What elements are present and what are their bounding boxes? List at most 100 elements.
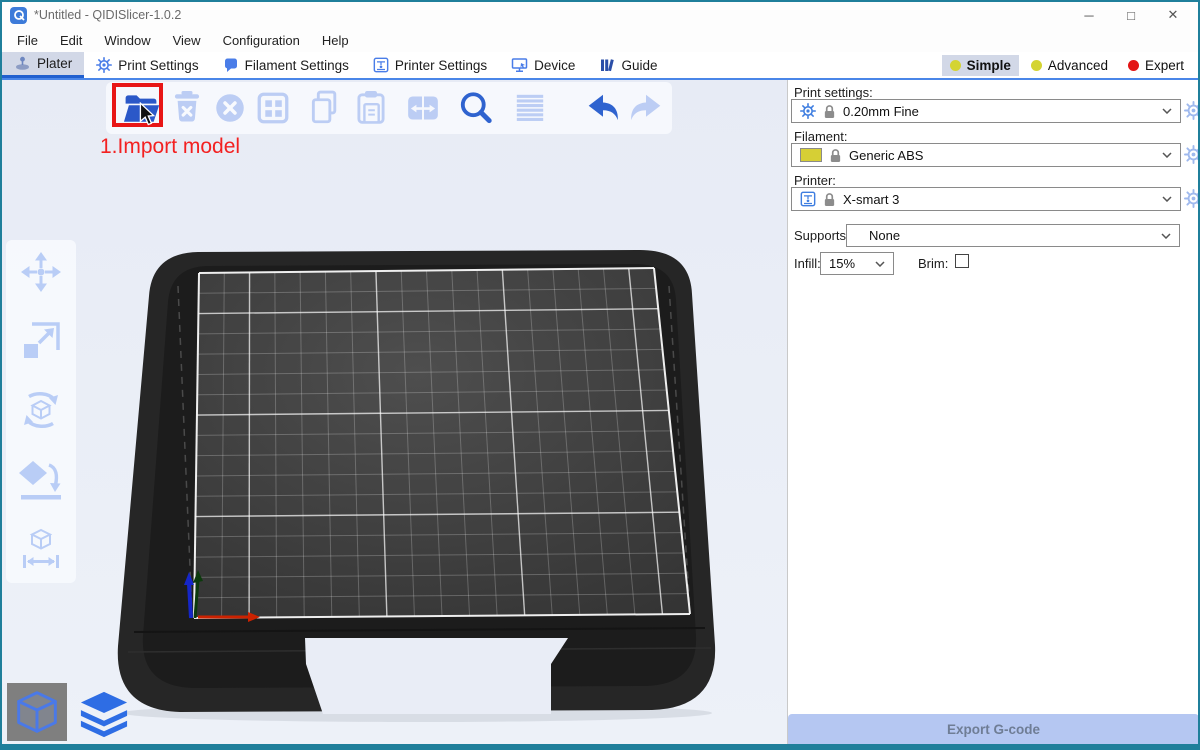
- printer-dropdown[interactable]: X-smart 3: [791, 187, 1181, 211]
- search-icon: [454, 86, 498, 130]
- menu-window[interactable]: Window: [93, 33, 161, 48]
- viewport-3d[interactable]: 1.Import model: [2, 80, 787, 744]
- tab-bar: Plater Print Settings Filament Settings …: [2, 52, 1198, 80]
- gear-icon: [1184, 145, 1200, 164]
- menu-help[interactable]: Help: [311, 33, 360, 48]
- settings-panel: Print settings: 0.20mm Fine Filament: Ge…: [787, 80, 1198, 744]
- edit-print-settings-button[interactable]: [1184, 101, 1200, 120]
- plater-icon: [14, 55, 31, 72]
- tab-guide[interactable]: Guide: [587, 52, 669, 78]
- layer-lines-icon: [508, 86, 552, 130]
- infill-label: Infill:: [794, 256, 821, 271]
- paste-button[interactable]: [349, 86, 393, 130]
- print-settings-dropdown[interactable]: 0.20mm Fine: [791, 99, 1181, 123]
- tab-label: Printer Settings: [395, 58, 487, 73]
- circle-x-icon: [208, 86, 252, 130]
- brim-label: Brim:: [918, 256, 948, 271]
- printer-icon: [800, 191, 816, 207]
- tab-label: Device: [534, 58, 575, 73]
- measure-button[interactable]: [18, 525, 64, 571]
- top-toolbar: [106, 82, 672, 134]
- supports-dropdown[interactable]: None: [846, 224, 1180, 247]
- redo-button[interactable]: [624, 86, 668, 130]
- scale-button[interactable]: [18, 318, 64, 364]
- tab-label: Plater: [37, 56, 72, 71]
- object-manipulation-toolbar: [6, 240, 76, 583]
- mode-label: Advanced: [1048, 58, 1108, 73]
- arrange-grid-icon: [251, 86, 295, 130]
- mode-label: Expert: [1145, 58, 1184, 73]
- mode-expert[interactable]: Expert: [1120, 55, 1192, 76]
- maximize-button[interactable]: □: [1110, 2, 1152, 28]
- window-title: *Untitled - QIDISlicer-1.0.2: [34, 8, 181, 22]
- variable-layer-height-button[interactable]: [508, 86, 552, 130]
- edit-printer-button[interactable]: [1184, 189, 1200, 208]
- place-on-face-button[interactable]: [18, 456, 64, 502]
- tab-printer-settings[interactable]: Printer Settings: [361, 52, 499, 78]
- move-button[interactable]: [18, 249, 64, 295]
- edit-filament-button[interactable]: [1184, 145, 1200, 164]
- undo-arrow-icon: [581, 86, 625, 130]
- infill-value: 15%: [829, 256, 855, 271]
- tab-label: Guide: [621, 58, 657, 73]
- export-gcode-button[interactable]: Export G-code: [788, 714, 1199, 744]
- move-arrows-icon: [18, 249, 64, 295]
- menu-configuration[interactable]: Configuration: [212, 33, 311, 48]
- gear-icon: [1184, 101, 1200, 120]
- print-settings-label: Print settings:: [794, 85, 873, 100]
- tab-device[interactable]: Device: [499, 52, 587, 78]
- minimize-button[interactable]: ─: [1068, 2, 1110, 28]
- infill-dropdown[interactable]: 15%: [820, 252, 894, 275]
- mode-advanced[interactable]: Advanced: [1023, 55, 1116, 76]
- build-plate: [2, 80, 787, 744]
- search-button[interactable]: [454, 86, 498, 130]
- mouse-cursor-icon: [136, 102, 158, 126]
- expert-mode-dot-icon: [1128, 60, 1139, 71]
- chevron-down-icon: [875, 261, 885, 267]
- device-icon: [511, 57, 528, 73]
- app-logo-icon: [10, 7, 27, 24]
- measure-icon: [18, 525, 64, 571]
- lock-icon: [823, 192, 836, 207]
- tab-plater[interactable]: Plater: [2, 52, 84, 78]
- filament-icon: [223, 57, 239, 73]
- import-annotation: 1.Import model: [100, 135, 240, 159]
- mode-label: Simple: [967, 58, 1011, 73]
- copy-button[interactable]: [304, 86, 348, 130]
- place-on-face-icon: [18, 456, 64, 502]
- tab-filament-settings[interactable]: Filament Settings: [211, 52, 361, 78]
- chevron-down-icon: [1162, 152, 1172, 158]
- title-bar: *Untitled - QIDISlicer-1.0.2 ─ □ ✕: [2, 2, 1198, 28]
- delete-button[interactable]: [165, 86, 209, 130]
- tab-label: Print Settings: [118, 58, 198, 73]
- 3d-view-button[interactable]: [7, 683, 67, 741]
- 3d-cube-icon: [10, 686, 64, 738]
- print-settings-value: 0.20mm Fine: [843, 104, 919, 119]
- split-objects-button[interactable]: [401, 86, 445, 130]
- rotate-icon: [18, 387, 64, 433]
- gear-icon: [800, 103, 816, 119]
- layers-view-button[interactable]: [75, 687, 133, 741]
- tab-print-settings[interactable]: Print Settings: [84, 52, 210, 78]
- trash-x-icon: [165, 86, 209, 130]
- menu-edit[interactable]: Edit: [49, 33, 93, 48]
- delete-all-button[interactable]: [208, 86, 252, 130]
- chevron-down-icon: [1162, 108, 1172, 114]
- mode-simple[interactable]: Simple: [942, 55, 1019, 76]
- qidislicer-window: *Untitled - QIDISlicer-1.0.2 ─ □ ✕ File …: [0, 0, 1200, 750]
- view-switcher: [7, 683, 133, 741]
- split-window-icon: [401, 86, 445, 130]
- printer-label: Printer:: [794, 173, 836, 188]
- supports-value: None: [869, 228, 900, 243]
- rotate-button[interactable]: [18, 387, 64, 433]
- layers-stack-icon: [77, 689, 131, 739]
- undo-button[interactable]: [581, 86, 625, 130]
- menu-file[interactable]: File: [6, 33, 49, 48]
- lock-icon: [823, 104, 836, 119]
- brim-checkbox[interactable]: [955, 254, 969, 268]
- arrange-button[interactable]: [251, 86, 295, 130]
- filament-dropdown[interactable]: Generic ABS: [791, 143, 1181, 167]
- menu-view[interactable]: View: [162, 33, 212, 48]
- close-button[interactable]: ✕: [1152, 2, 1194, 28]
- copy-icon: [304, 86, 348, 130]
